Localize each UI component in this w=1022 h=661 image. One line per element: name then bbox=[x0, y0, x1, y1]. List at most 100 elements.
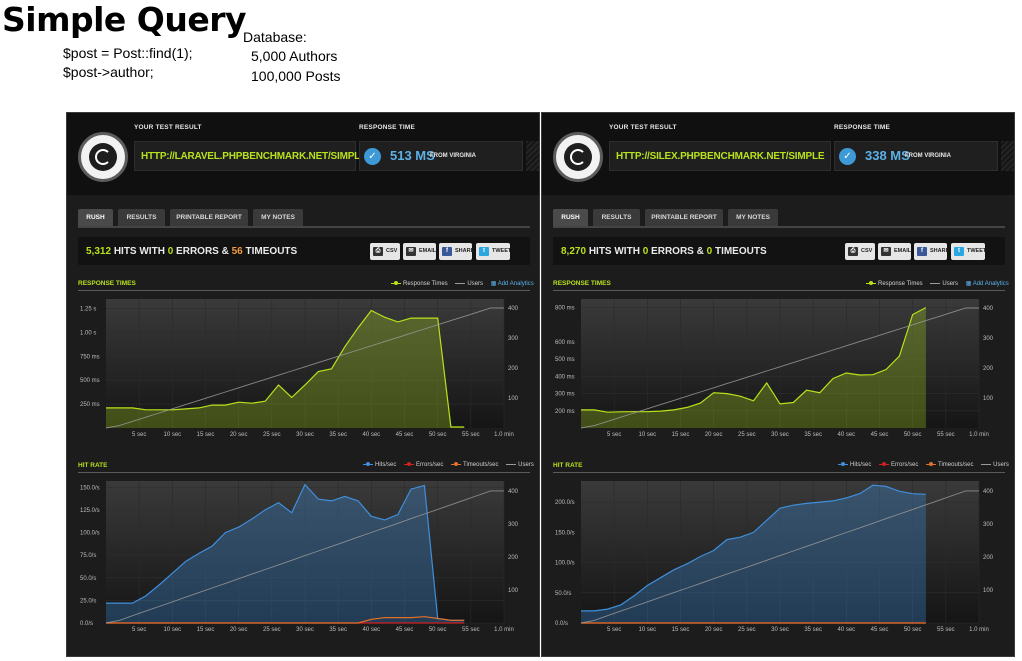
y2-tick-label: 200 bbox=[508, 366, 519, 372]
y-tick-label: 125.0/s bbox=[80, 508, 100, 514]
y2-tick-label: 400 bbox=[983, 489, 994, 495]
x-tick-label: 30 sec bbox=[296, 627, 314, 633]
y-tick-label: 200 ms bbox=[555, 409, 575, 415]
share-button[interactable]: f SHARE bbox=[439, 243, 474, 260]
tab-rush[interactable]: RUSH bbox=[78, 209, 113, 226]
url-box[interactable]: HTTP://SILEX.PHPBENCHMARK.NET/SIMPLE bbox=[609, 141, 831, 171]
email-label: EMAIL bbox=[894, 248, 912, 254]
x-tick-label: 20 sec bbox=[705, 627, 723, 633]
x-tick-label: 1.0 min bbox=[969, 627, 989, 633]
tweet-button[interactable]: t TWEET bbox=[476, 243, 511, 260]
x-tick-label: 35 sec bbox=[329, 432, 347, 438]
tab-results[interactable]: RESULTS bbox=[118, 209, 165, 226]
legend-errors[interactable]: Errors/sec bbox=[416, 462, 443, 468]
x-tick-label: 30 sec bbox=[296, 432, 314, 438]
section-rule bbox=[553, 290, 1005, 291]
response-times-title: RESPONSE TIMES bbox=[553, 280, 611, 287]
legend-response-times[interactable]: Response Times bbox=[403, 281, 448, 287]
add-analytics-link[interactable]: Add Analytics bbox=[973, 281, 1009, 287]
url-box[interactable]: HTTP://LARAVEL.PHPBENCHMARK.NET/SIMPLE bbox=[134, 141, 367, 171]
test-result-label: YOUR TEST RESULT bbox=[134, 124, 202, 131]
legend-users-2[interactable]: Users bbox=[518, 462, 534, 468]
email-button[interactable]: ✉ EMAIL bbox=[878, 243, 911, 260]
tab-rush[interactable]: RUSH bbox=[553, 209, 588, 226]
x-tick-label: 35 sec bbox=[804, 432, 822, 438]
tab-underline bbox=[78, 226, 530, 228]
refresh-logo-icon[interactable] bbox=[553, 132, 603, 182]
csv-button[interactable]: ⎙ CSV bbox=[845, 243, 875, 260]
legend-timeouts[interactable]: Timeouts/sec bbox=[463, 462, 498, 468]
email-button[interactable]: ✉ EMAIL bbox=[403, 243, 436, 260]
y-tick-label: 150.0/s bbox=[555, 530, 575, 536]
refresh-logo-icon[interactable] bbox=[78, 132, 128, 182]
y-tick-label: 50.0/s bbox=[555, 591, 571, 597]
rt-legend: Response Times Users ▦ Add Analytics bbox=[385, 280, 534, 287]
tab-printable-report[interactable]: PRINTABLE REPORT bbox=[170, 209, 248, 226]
hit-rate-chart: 5 sec 10 sec 15 sec 20 sec 25 sec 30 sec 35 se… bbox=[555, 481, 994, 633]
facebook-icon: f bbox=[917, 247, 927, 256]
printer-icon: ⎙ bbox=[373, 247, 383, 256]
x-tick-label: 40 sec bbox=[362, 627, 380, 633]
x-tick-label: 55 sec bbox=[937, 627, 955, 633]
legend-hits[interactable]: Hits/sec bbox=[850, 462, 871, 468]
errors-word: ERRORS & bbox=[651, 246, 704, 257]
response-box: ✓ 513 MS FROM VIRGINIA bbox=[359, 141, 523, 171]
share-button[interactable]: f SHARE bbox=[914, 243, 949, 260]
db-authors: 5,000 Authors bbox=[251, 48, 338, 64]
section-rule bbox=[78, 290, 530, 291]
timeouts-count: 56 bbox=[231, 246, 243, 257]
y-tick-label: 600 ms bbox=[555, 340, 575, 346]
y-tick-label: 1.00 s bbox=[80, 330, 96, 336]
x-tick-label: 25 sec bbox=[263, 432, 281, 438]
hits-count: 5,312 bbox=[86, 246, 112, 257]
x-tick-label: 25 sec bbox=[263, 627, 281, 633]
response-times-title: RESPONSE TIMES bbox=[78, 280, 136, 287]
x-tick-label: 25 sec bbox=[738, 432, 756, 438]
legend-hits[interactable]: Hits/sec bbox=[375, 462, 396, 468]
code-line-1: $post = Post::find(1); bbox=[63, 45, 193, 61]
x-tick-label: 10 sec bbox=[163, 627, 181, 633]
section-rule-2 bbox=[553, 472, 1005, 473]
x-tick-label: 15 sec bbox=[672, 627, 690, 633]
tested-url[interactable]: HTTP://SILEX.PHPBENCHMARK.NET/SIMPLE bbox=[616, 151, 825, 162]
legend-timeouts[interactable]: Timeouts/sec bbox=[938, 462, 973, 468]
tab-printable-report[interactable]: PRINTABLE REPORT bbox=[645, 209, 723, 226]
legend-users[interactable]: Users bbox=[467, 281, 483, 287]
stats-summary: 5,312 HITS WITH 0 ERRORS & 56 TIMEOUTS bbox=[86, 246, 297, 257]
errors-count: 0 bbox=[167, 246, 174, 257]
x-tick-label: 25 sec bbox=[738, 627, 756, 633]
slide-title: Simple Query bbox=[2, 0, 246, 39]
stats-bar: 8,270 HITS WITH 0 ERRORS & 0 TIMEOUTS ⎙ C… bbox=[553, 237, 1005, 265]
legend-users-2[interactable]: Users bbox=[993, 462, 1009, 468]
twitter-icon: t bbox=[479, 247, 489, 256]
panel-header: YOUR TEST RESULT RESPONSE TIME HTTP://SI… bbox=[542, 113, 1014, 195]
legend-errors[interactable]: Errors/sec bbox=[891, 462, 918, 468]
add-analytics-link[interactable]: Add Analytics bbox=[498, 281, 534, 287]
section-rule-2 bbox=[78, 472, 530, 473]
y-tick-label: 1.25 s bbox=[80, 307, 96, 313]
x-tick-label: 10 sec bbox=[638, 432, 656, 438]
x-tick-label: 20 sec bbox=[230, 432, 248, 438]
from-location: FROM VIRGINIA bbox=[430, 153, 476, 159]
tested-url[interactable]: HTTP://LARAVEL.PHPBENCHMARK.NET/SIMPLE bbox=[141, 151, 367, 162]
y-tick-label: 0.0/s bbox=[555, 621, 568, 627]
legend-response-times[interactable]: Response Times bbox=[878, 281, 923, 287]
tweet-button[interactable]: t TWEET bbox=[951, 243, 986, 260]
y2-tick-label: 200 bbox=[508, 555, 519, 561]
x-tick-label: 40 sec bbox=[362, 432, 380, 438]
tab-underline bbox=[553, 226, 1005, 228]
tab-my-notes[interactable]: MY NOTES bbox=[728, 209, 778, 226]
y2-tick-label: 300 bbox=[983, 522, 994, 528]
x-tick-label: 1.0 min bbox=[969, 432, 989, 438]
y-tick-label: 800 ms bbox=[555, 306, 575, 312]
y2-tick-label: 400 bbox=[983, 306, 994, 312]
tab-results[interactable]: RESULTS bbox=[593, 209, 640, 226]
y-tick-label: 400 ms bbox=[555, 374, 575, 380]
header-stripes bbox=[1001, 141, 1014, 171]
x-tick-label: 55 sec bbox=[462, 432, 480, 438]
errors-count: 0 bbox=[642, 246, 649, 257]
y2-tick-label: 100 bbox=[508, 396, 519, 402]
legend-users[interactable]: Users bbox=[942, 281, 958, 287]
tab-my-notes[interactable]: MY NOTES bbox=[253, 209, 303, 226]
csv-button[interactable]: ⎙ CSV bbox=[370, 243, 400, 260]
